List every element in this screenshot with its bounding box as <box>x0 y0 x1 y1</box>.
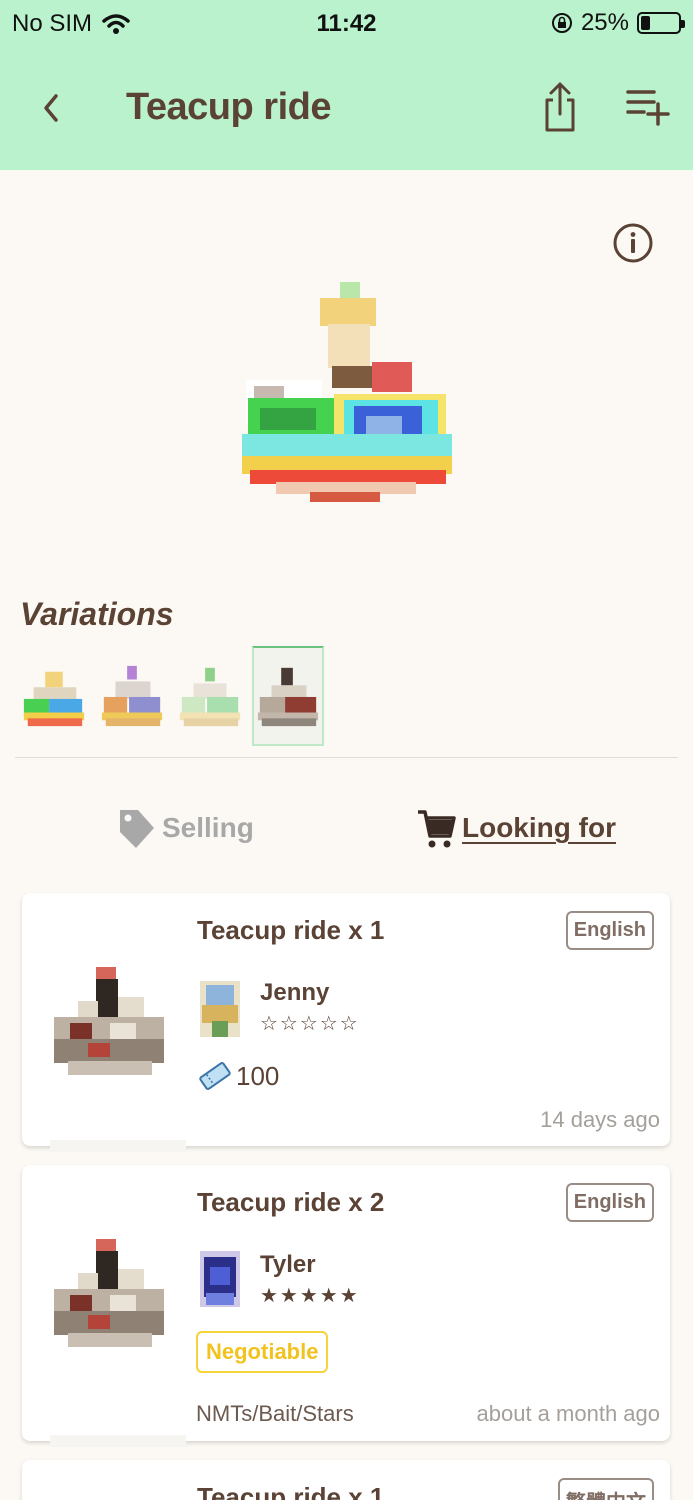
tab-looking-for[interactable]: Looking for <box>416 806 616 850</box>
avatar <box>200 1251 240 1307</box>
variation-thumb-selected[interactable] <box>252 646 324 746</box>
nav-bar: Teacup ride <box>0 48 693 170</box>
price-value: 100 <box>236 1060 280 1091</box>
listing-title: Teacup ride x 1 <box>197 915 385 945</box>
orientation-lock-icon <box>551 13 572 33</box>
share-icon[interactable] <box>538 80 582 134</box>
variation-thumb[interactable] <box>96 646 168 746</box>
listing-title: Teacup ride x 2 <box>197 1187 385 1217</box>
variation-image <box>179 667 241 727</box>
tag-icon <box>120 810 154 848</box>
info-icon[interactable] <box>612 222 654 264</box>
language-badge: English <box>565 1183 654 1222</box>
listing-card[interactable]: Teacup ride x 1 English Jenny ☆☆☆☆☆ 100 … <box>22 893 670 1152</box>
listing-card[interactable]: Teacup ride x 2 English Tyler ★★★★★ Nego… <box>22 1165 670 1447</box>
listing-time: about a month ago <box>476 1401 660 1426</box>
avatar <box>200 981 240 1037</box>
listing-item-image <box>54 967 164 1075</box>
tab-looking-for-label: Looking for <box>462 812 616 843</box>
negotiable-badge: Negotiable <box>196 1331 329 1373</box>
status-bar: No SIM 11:42 25% <box>0 0 693 48</box>
listing-time: 14 days ago <box>540 1107 660 1132</box>
variations-list <box>18 646 324 746</box>
variation-thumb[interactable] <box>18 646 90 746</box>
variation-image <box>257 667 319 727</box>
tab-selling[interactable]: Selling <box>116 806 254 850</box>
listing-note: NMTs/Bait/Stars <box>196 1401 354 1426</box>
variation-image <box>101 665 163 727</box>
card-thumb-shadow <box>50 1435 186 1447</box>
price: 100 <box>198 1059 279 1093</box>
language-badge: English <box>565 911 654 950</box>
listing-item-image <box>54 1239 164 1347</box>
user-name[interactable]: Jenny <box>260 979 329 1007</box>
user-name[interactable]: Tyler <box>260 1251 316 1279</box>
back-chevron-icon[interactable] <box>34 86 70 130</box>
language-badge: 繁體中文 <box>558 1478 654 1500</box>
variation-image <box>23 671 85 727</box>
add-to-list-icon[interactable] <box>624 86 670 126</box>
user-rating: ★★★★★ <box>260 1285 360 1307</box>
user-rating: ☆☆☆☆☆ <box>260 1013 360 1035</box>
ticket-icon <box>199 1062 231 1090</box>
listing-card[interactable]: Teacup ride x 1 繁體中文 <box>22 1460 670 1500</box>
teacup-ride-image <box>242 282 452 502</box>
tab-selling-label: Selling <box>162 812 254 843</box>
battery-icon <box>637 12 685 34</box>
listing-title: Teacup ride x 1 <box>197 1482 385 1500</box>
battery-percent: 25% <box>580 9 629 36</box>
cart-icon <box>418 810 456 848</box>
card-thumb-shadow <box>50 1140 186 1152</box>
variations-heading: Variations <box>20 596 174 632</box>
page-title: Teacup ride <box>126 86 331 128</box>
variation-thumb[interactable] <box>174 646 246 746</box>
divider <box>15 757 678 758</box>
